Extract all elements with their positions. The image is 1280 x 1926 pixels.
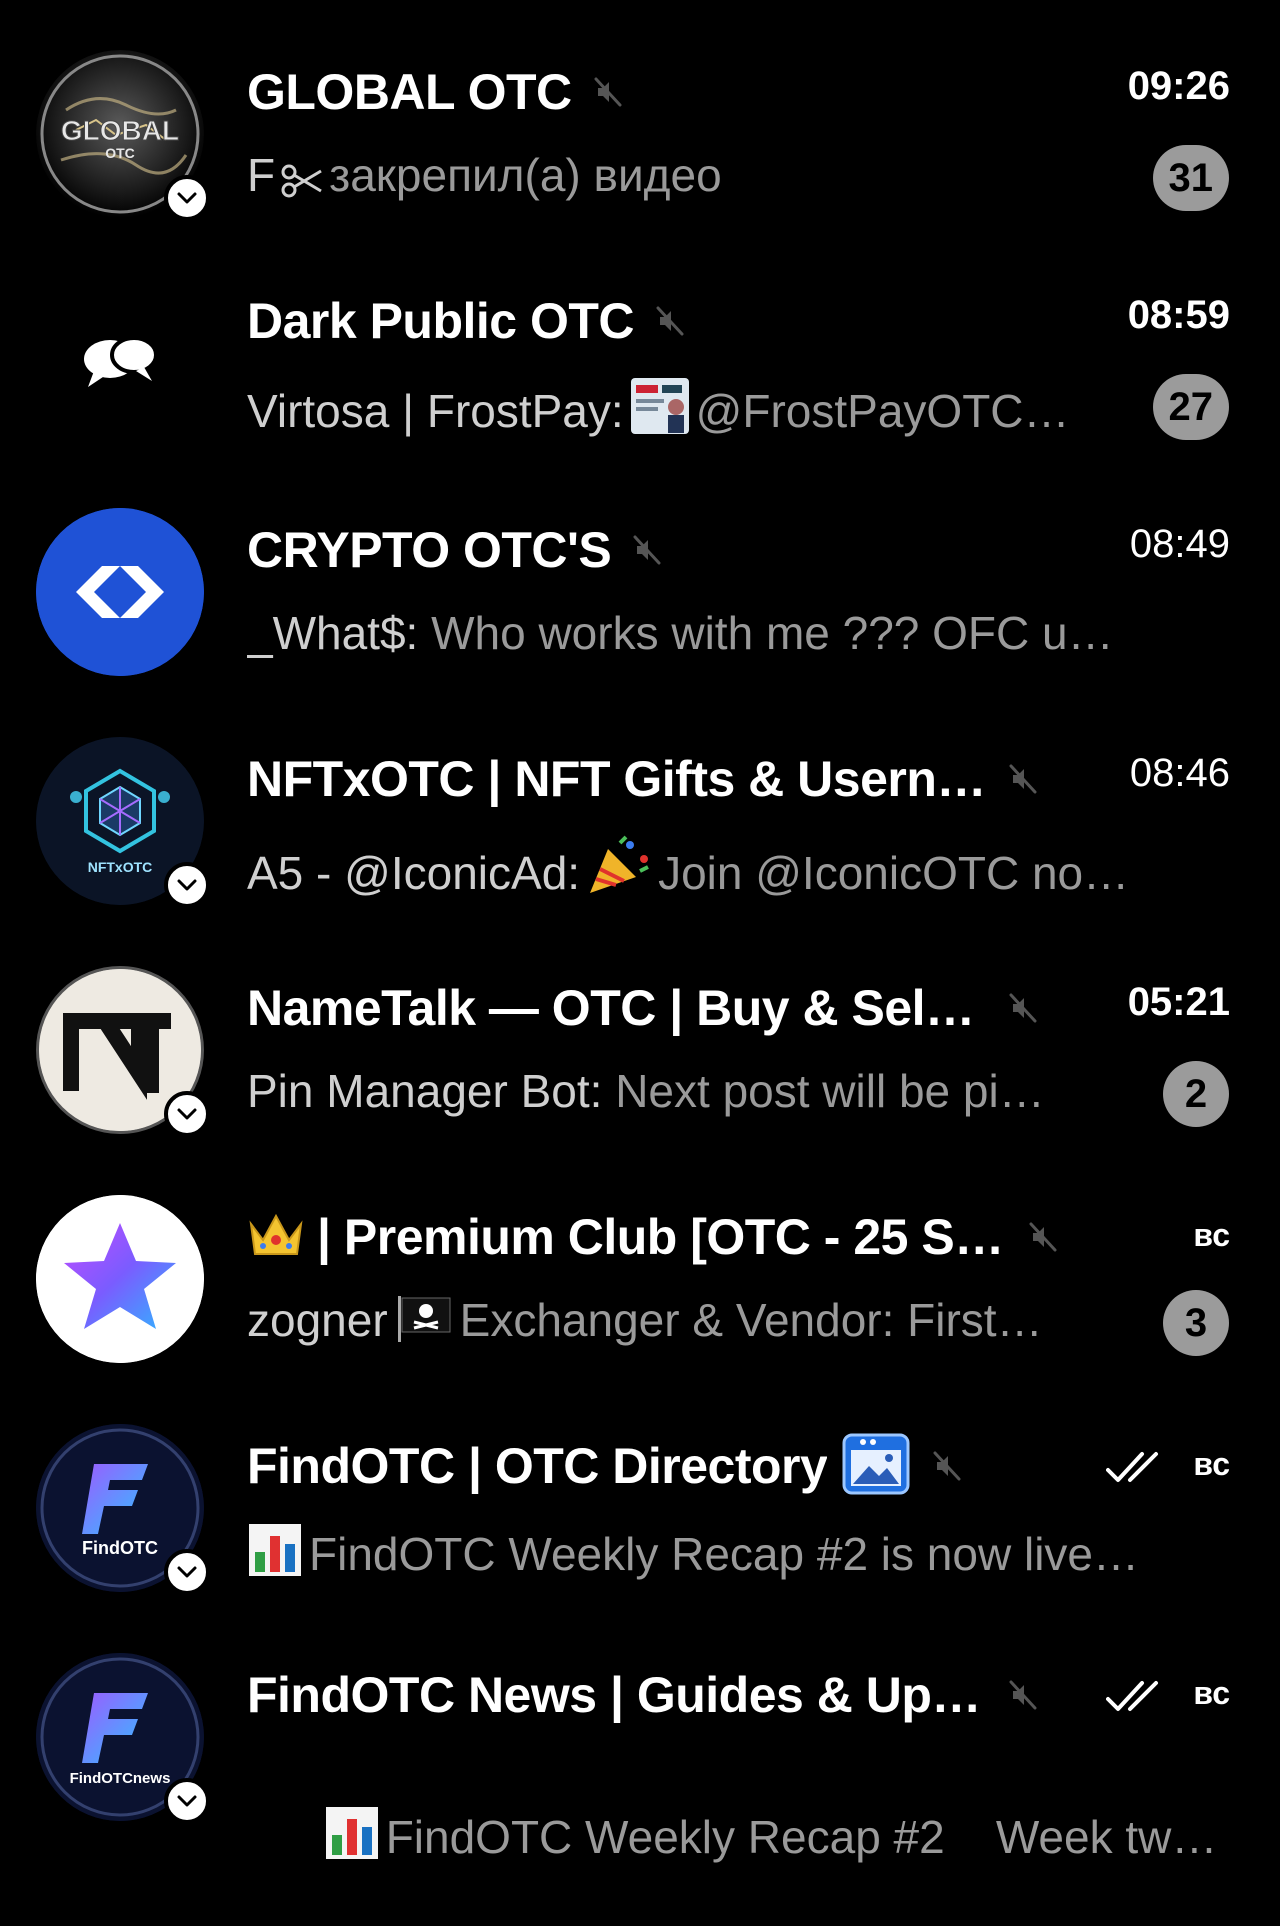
star-logo-icon: [36, 1195, 204, 1363]
preview-sender: _What$:: [247, 607, 419, 659]
avatar-logo-text: FindOTCnews: [70, 1770, 171, 1787]
mute-icon: [594, 77, 622, 107]
picture-frame-icon: [841, 1432, 911, 1501]
party-popper-icon: [586, 835, 652, 908]
chat-row-crypto-otcs[interactable]: CRYPTO OTC'S 08:49 _What$: Who works wit…: [0, 458, 1280, 687]
pirate-flag-icon: [394, 1294, 454, 1355]
preview-message: закрепил(а) видео: [329, 149, 722, 201]
chat-title: NFTxOTC | NFT Gifts & Userna…: [247, 751, 987, 807]
chat-title: GLOBAL OTC: [247, 64, 572, 120]
preview-message: Exchanger & Vendor: First…: [459, 1294, 1043, 1346]
unread-badge: 27: [1152, 374, 1229, 440]
chat-row-nftxotc[interactable]: NFTxOTC NFTxOTC | NFT Gifts & Userna… 08…: [0, 687, 1280, 916]
crown-icon: [247, 1210, 305, 1265]
preview-sender: Pin Manager Bot:: [247, 1065, 603, 1117]
chat-time: 08:59: [1127, 293, 1230, 337]
preview-message: Join @IconicOTC no…: [658, 847, 1130, 899]
unread-badge: 3: [1163, 1290, 1229, 1356]
preview-message: FindOTC Weekly Recap #2 is now live…: [309, 1528, 1139, 1580]
chat-row-nametalk[interactable]: NameTalk — OTC | Buy & Sell •… 05:21 Pin…: [0, 916, 1280, 1145]
mute-icon: [633, 535, 661, 565]
chat-preview: FindOTC Weekly Recap #2 is now live…: [247, 1522, 1139, 1589]
chat-time: 08:46: [1129, 751, 1230, 795]
chat-row-dark-public-otc[interactable]: Dark Public OTC 08:59 Virtosa | FrostPay…: [0, 229, 1280, 458]
mute-icon: [1029, 1222, 1057, 1252]
avatar[interactable]: [36, 1195, 204, 1363]
chevron-down-icon[interactable]: [164, 1549, 210, 1595]
chat-preview: Pin Manager Bot: Next post will be pi…: [247, 1064, 1045, 1118]
double-check-icon: [1106, 1452, 1158, 1482]
mute-icon: [1009, 993, 1037, 1023]
chat-time: вс: [1193, 1217, 1230, 1253]
chat-preview: A5 - @IconicAd: Join @IconicOTC no…: [247, 835, 1129, 908]
chat-time: вс: [1193, 1675, 1230, 1711]
chevron-down-icon[interactable]: [164, 1091, 210, 1137]
avatar-logo-text: FindOTC: [82, 1538, 158, 1558]
preview-message: @FrostPayOTC…: [695, 385, 1070, 437]
speech-bubbles-icon: [84, 336, 158, 387]
chat-time: 08:49: [1129, 522, 1230, 566]
bar-chart-icon: [247, 1522, 303, 1589]
preview-sender: F: [247, 149, 276, 201]
avatar-logo-text: NFTxOTC: [88, 859, 153, 875]
chat-preview: Virtosa | FrostPay: @FrostPayOTC…: [247, 377, 1070, 446]
avatar[interactable]: [36, 508, 204, 676]
preview-message: FindOTC Weekly Recap #2 Week tw…: [385, 1811, 1218, 1863]
chat-title: | Premium Club [OTC - 25 STA…: [317, 1209, 1007, 1265]
chat-title: FindOTC News | Guides & Upd…: [247, 1667, 987, 1723]
preview-sender: Virtosa | FrostPay:: [247, 385, 624, 437]
chat-preview: Fзакрепил(а) видео: [247, 148, 722, 210]
mute-icon: [1009, 1680, 1037, 1710]
chat-row-premium-club[interactable]: | Premium Club [OTC - 25 STA… вс zogner E…: [0, 1145, 1280, 1374]
chat-preview: FindOTC Weekly Recap #2 Week tw…: [247, 1751, 1217, 1926]
preview-sender: zogner: [247, 1294, 388, 1346]
scissors-icon: [281, 156, 323, 210]
chat-time: 05:21: [1127, 980, 1230, 1024]
unread-badge: 2: [1163, 1061, 1229, 1127]
mute-icon: [656, 306, 684, 336]
chat-time: 09:26: [1127, 64, 1230, 108]
chevron-down-icon[interactable]: [164, 175, 210, 221]
chat-title: Dark Public OTC: [247, 293, 635, 349]
bar-chart-icon: [324, 1805, 380, 1872]
mute-icon: [1009, 764, 1037, 794]
diamond-arrows-logo-icon: [36, 508, 204, 676]
chevron-down-icon[interactable]: [164, 1778, 210, 1824]
chat-title: NameTalk — OTC | Buy & Sell •…: [247, 980, 987, 1036]
photo-thumbnail-icon: [630, 377, 690, 446]
unread-badge: 31: [1152, 145, 1229, 211]
preview-message: Who works with me ??? OFC u…: [431, 607, 1114, 659]
preview-message: Next post will be pi…: [615, 1065, 1045, 1117]
avatar[interactable]: [36, 279, 204, 447]
double-check-icon: [1106, 1681, 1158, 1711]
avatar-logo-subtext: OTC: [105, 145, 135, 161]
chat-preview: zogner Exchanger & Vendor: First…: [247, 1293, 1043, 1355]
preview-sender: A5 - @IconicAd:: [247, 847, 581, 899]
chevron-down-icon[interactable]: [164, 862, 210, 908]
mute-icon: [933, 1451, 961, 1481]
chat-row-findotc-news[interactable]: FindOTCnews FindOTC News | Guides & Upd……: [0, 1603, 1280, 1863]
chat-row-global-otc[interactable]: GLOBAL OTC GLOBAL OTC 09:26 Fзакрепил(а)…: [0, 0, 1280, 229]
chat-time: вс: [1193, 1446, 1230, 1482]
chat-title: FindOTC | OTC Directory: [247, 1438, 828, 1494]
chat-preview: _What$: Who works with me ??? OFC u…: [247, 606, 1114, 660]
avatar-logo-text: GLOBAL: [61, 115, 179, 146]
chat-title: CRYPTO OTC'S: [247, 522, 612, 578]
chat-list: GLOBAL OTC GLOBAL OTC 09:26 Fзакрепил(а)…: [0, 0, 1280, 1865]
chat-row-findotc[interactable]: FindOTC FindOTC | OTC Directory вс FindO…: [0, 1374, 1280, 1603]
